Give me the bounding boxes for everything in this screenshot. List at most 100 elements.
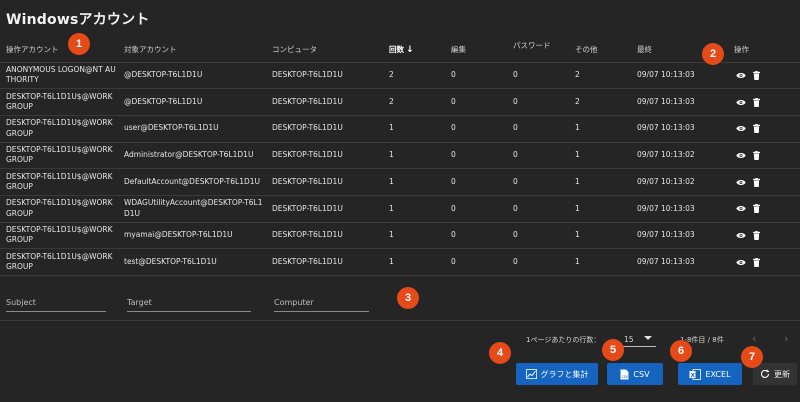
trash-icon[interactable] <box>751 204 761 214</box>
subject-filter-input[interactable] <box>6 292 106 313</box>
cell-computer: DESKTOP-T6L1D1U <box>266 142 383 170</box>
chart-summary-button[interactable]: グラフと集計 <box>516 363 598 385</box>
trash-icon[interactable] <box>751 230 761 240</box>
table-row: ANONYMOUS LOGON@NT AUTHORITY @DESKTOP-T6L… <box>0 62 800 90</box>
cell-actor: DESKTOP-T6L1D1U$@WORKGROUP <box>0 248 118 276</box>
col-header-target[interactable]: 対象アカウント <box>118 38 266 63</box>
trash-icon[interactable] <box>751 177 761 187</box>
svg-text:csv: csv <box>622 374 629 379</box>
target-filter-container <box>127 290 251 313</box>
prev-page-icon[interactable]: ‹ <box>752 332 756 345</box>
cell-target: DefaultAccount@DESKTOP-T6L1D1U <box>118 168 266 196</box>
cell-last: 09/07 10:13:03 <box>631 88 728 116</box>
col-header-count[interactable]: 回数 ↓ <box>383 38 445 63</box>
trash-icon[interactable] <box>751 257 761 267</box>
computer-filter-input[interactable] <box>274 292 369 313</box>
cell-computer: DESKTOP-T6L1D1U <box>266 62 383 90</box>
cell-actions <box>728 195 800 223</box>
table-row: DESKTOP-T6L1D1U$@WORKGROUP WDAGUtilityAcc… <box>0 195 800 223</box>
cell-target: myamai@DESKTOP-T6L1D1U <box>118 222 266 250</box>
cell-other: 1 <box>569 142 631 170</box>
cell-other: 2 <box>569 62 631 90</box>
next-page-icon[interactable]: › <box>784 332 788 345</box>
cell-password: 0 <box>507 168 569 196</box>
trash-icon[interactable] <box>751 70 761 80</box>
rows-per-page-label: 1ページあたりの行数： <box>526 336 601 344</box>
eye-icon[interactable] <box>736 204 746 214</box>
eye-icon[interactable] <box>736 97 746 107</box>
table-row: DESKTOP-T6L1D1U$@WORKGROUP Administrator@… <box>0 142 800 170</box>
cell-computer: DESKTOP-T6L1D1U <box>266 115 383 143</box>
eye-icon[interactable] <box>736 124 746 134</box>
eye-icon[interactable] <box>736 177 746 187</box>
cell-count: 2 <box>383 88 445 116</box>
row-actions <box>734 70 800 80</box>
cell-edit: 0 <box>445 195 507 223</box>
cell-password: 0 <box>507 62 569 90</box>
annotation-badge-2: 2 <box>702 43 724 65</box>
cell-count: 1 <box>383 142 445 170</box>
table-header-row: 操作アカウント 対象アカウント コンピュータ 回数 ↓ 編集 パスワード その他 … <box>0 38 800 63</box>
row-actions <box>734 124 800 134</box>
trash-icon[interactable] <box>751 150 761 160</box>
cell-target: @DESKTOP-T6L1D1U <box>118 88 266 116</box>
cell-target: Administrator@DESKTOP-T6L1D1U <box>118 142 266 170</box>
cell-password: 0 <box>507 88 569 116</box>
cell-other: 1 <box>569 168 631 196</box>
cell-computer: DESKTOP-T6L1D1U <box>266 88 383 116</box>
row-actions <box>734 230 800 240</box>
cell-computer: DESKTOP-T6L1D1U <box>266 248 383 276</box>
cell-other: 1 <box>569 248 631 276</box>
cell-last: 09/07 10:13:02 <box>631 168 728 196</box>
cell-actor: DESKTOP-T6L1D1U$@WORKGROUP <box>0 222 118 250</box>
annotation-badge-5: 5 <box>602 339 624 361</box>
eye-icon[interactable] <box>736 230 746 240</box>
annotation-badge-3: 3 <box>397 287 419 309</box>
divider <box>0 320 800 321</box>
cell-last: 09/07 10:13:03 <box>631 62 728 90</box>
trash-icon[interactable] <box>751 97 761 107</box>
col-header-edit[interactable]: 編集 <box>445 38 507 63</box>
refresh-button[interactable]: 更新 <box>753 363 797 385</box>
csv-button[interactable]: csv CSV <box>607 363 663 385</box>
chart-icon <box>525 369 537 379</box>
col-header-computer[interactable]: コンピュータ <box>266 38 383 63</box>
cell-target: test@DESKTOP-T6L1D1U <box>118 248 266 276</box>
cell-target: WDAGUtilityAccount@DESKTOP-T6L1D1U <box>118 195 266 223</box>
eye-icon[interactable] <box>736 257 746 267</box>
cell-actor: ANONYMOUS LOGON@NT AUTHORITY <box>0 62 118 90</box>
cell-actions <box>728 222 800 250</box>
chart-summary-label: グラフと集計 <box>540 369 589 379</box>
row-actions <box>734 257 800 267</box>
cell-other: 1 <box>569 115 631 143</box>
excel-button[interactable]: X EXCEL <box>678 363 742 385</box>
cell-actions <box>728 62 800 90</box>
cell-actor: DESKTOP-T6L1D1U$@WORKGROUP <box>0 115 118 143</box>
eye-icon[interactable] <box>736 150 746 160</box>
table-body: ANONYMOUS LOGON@NT AUTHORITY @DESKTOP-T6L… <box>0 62 800 276</box>
cell-actions <box>728 168 800 196</box>
computer-filter-container <box>274 290 369 313</box>
windows-account-panel: Windowsアカウント 操作アカウント 対象アカウント コンピュータ 回数 ↓ … <box>0 0 800 402</box>
cell-actions <box>728 142 800 170</box>
cell-count: 2 <box>383 62 445 90</box>
row-actions <box>734 97 800 107</box>
cell-password: 0 <box>507 195 569 223</box>
cell-password: 0 <box>507 142 569 170</box>
excel-label: EXCEL <box>705 369 731 379</box>
cell-target: user@DESKTOP-T6L1D1U <box>118 115 266 143</box>
account-table: 操作アカウント 対象アカウント コンピュータ 回数 ↓ 編集 パスワード その他 … <box>0 38 800 276</box>
col-header-actor[interactable]: 操作アカウント <box>0 38 118 63</box>
annotation-badge-7: 7 <box>741 346 763 368</box>
rows-per-page-value: 15 <box>624 335 634 344</box>
cell-computer: DESKTOP-T6L1D1U <box>266 195 383 223</box>
cell-last: 09/07 10:13:03 <box>631 195 728 223</box>
table-row: DESKTOP-T6L1D1U$@WORKGROUP test@DESKTOP-T… <box>0 248 800 276</box>
cell-count: 1 <box>383 115 445 143</box>
trash-icon[interactable] <box>751 124 761 134</box>
col-header-other[interactable]: その他 <box>569 38 631 63</box>
target-filter-input[interactable] <box>127 292 251 313</box>
col-header-password[interactable]: パスワード <box>507 38 569 63</box>
eye-icon[interactable] <box>736 70 746 80</box>
caret-down-icon <box>644 336 652 340</box>
